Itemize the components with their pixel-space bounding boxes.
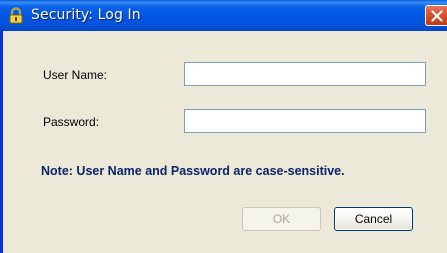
username-input[interactable] (184, 62, 426, 86)
window-title: Security: Log In (31, 7, 141, 23)
padlock-icon (9, 7, 23, 24)
title-bar[interactable]: Security: Log In (0, 0, 447, 31)
cancel-button[interactable]: Cancel (334, 207, 413, 231)
dialog-body: User Name: Password: Note: User Name and… (3, 31, 447, 253)
password-input[interactable] (184, 109, 426, 133)
ok-button[interactable]: OK (242, 207, 321, 231)
username-label: User Name: (43, 68, 108, 82)
password-label: Password: (43, 115, 100, 129)
close-button[interactable] (425, 5, 447, 26)
close-icon (431, 10, 443, 22)
login-dialog: Security: Log In User Name: Password: No… (0, 0, 447, 253)
case-sensitivity-note: Note: User Name and Password are case-se… (41, 164, 345, 178)
